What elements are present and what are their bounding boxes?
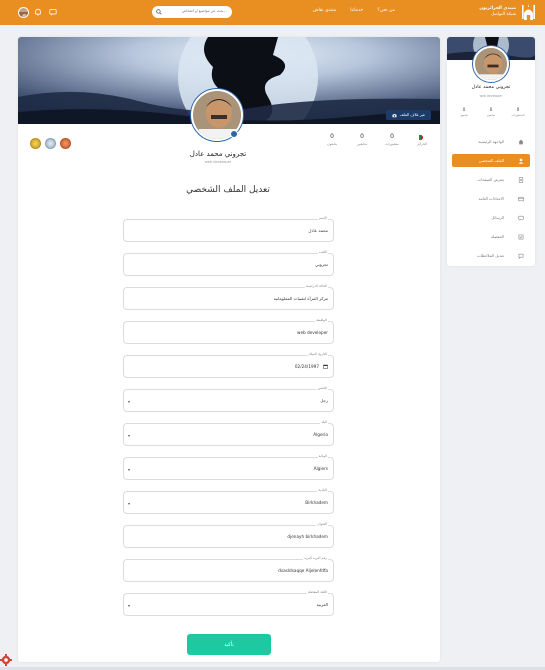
chevron-down-icon: ▾ — [128, 433, 131, 438]
favorites-icon — [518, 234, 524, 239]
profile-role: web developer — [204, 160, 232, 164]
sidebar-profile-card: تجروني محمد عادل web developer 0 المنشورا… — [447, 37, 535, 266]
messages-icon[interactable] — [49, 8, 57, 16]
birthdate-input[interactable] — [133, 364, 319, 369]
sidebar-item-pages[interactable]: معرض الصفحات — [452, 173, 530, 186]
site-logo[interactable]: منتدى الجزائريون شبكة التواصل — [467, 3, 537, 22]
state-select[interactable]: الولاية ▾ — [123, 454, 334, 480]
user-icon — [518, 158, 524, 164]
job-field[interactable]: الوظيفة — [123, 318, 334, 344]
language-select[interactable]: اللغة المفضلة ▾ — [123, 590, 334, 616]
chevron-down-icon: ▾ — [128, 603, 131, 608]
change-cover-button[interactable]: غير غلاف الملف — [385, 110, 431, 120]
address-input[interactable] — [133, 534, 328, 539]
profile-name: تجروني محمد عادل — [189, 150, 247, 158]
education-field[interactable]: الحالة الدراسية — [123, 284, 334, 310]
nav-services[interactable]: خدماتنا — [350, 8, 363, 13]
last-name-input[interactable] — [133, 262, 328, 267]
sidebar-menu: الواجهة الرئيسية الملف الشخصي معرض الصفح… — [452, 135, 530, 266]
home-icon — [518, 139, 524, 144]
mosque-logo-icon — [522, 4, 535, 20]
calendar-icon[interactable] — [323, 364, 328, 369]
brand-title: منتدى الجزائريون شبكة التواصل — [468, 6, 516, 18]
edit-profile-title: تعديل الملف الشخصي — [186, 185, 270, 195]
country-value[interactable] — [133, 432, 328, 437]
country-select[interactable]: البلد ▾ — [123, 420, 334, 446]
sidebar-stats: 0 المنشورات 0 متابعين 0 يتابعون — [455, 107, 527, 117]
profile-card: غير غلاف الملف تجروني محمد عادل web deve… — [18, 37, 440, 662]
bell-icon[interactable] — [34, 8, 42, 16]
silver-badge-icon[interactable] — [45, 138, 56, 149]
education-input[interactable] — [133, 296, 328, 301]
postal-code-field[interactable]: رقم البريد البريد — [123, 556, 334, 582]
stat-country: الجزائر — [414, 133, 430, 146]
sidebar-item-home[interactable]: الواجهة الرئيسية — [452, 135, 530, 148]
algeria-flag-icon — [419, 135, 425, 140]
stat-following[interactable]: 0 يتابعون — [324, 133, 340, 146]
sidebar-item-notes[interactable]: تعديل الملاحظات — [452, 249, 530, 262]
settings-gear-icon[interactable] — [0, 654, 12, 666]
messages-icon — [518, 215, 524, 221]
sidebar-stat-followers[interactable]: 0 متابعين — [482, 107, 500, 117]
sidebar-name: تجروني محمد عادل — [471, 85, 511, 90]
stat-posts[interactable]: 0 منشورات — [384, 133, 400, 146]
gender-value[interactable] — [133, 398, 328, 403]
pages-icon — [518, 176, 524, 183]
user-avatar[interactable] — [18, 7, 29, 18]
camera-icon — [392, 113, 397, 117]
stat-followers[interactable]: 0 متابعين — [354, 133, 370, 146]
change-cover-label: غير غلاف الملف — [399, 112, 425, 117]
settings-icon — [518, 196, 524, 201]
search-input[interactable] — [165, 9, 227, 13]
chevron-down-icon: ▾ — [128, 399, 131, 404]
nav-about[interactable]: من نحن؟ — [377, 8, 395, 13]
sidebar-item-messages[interactable]: الرسائل — [452, 211, 530, 224]
edit-avatar-icon[interactable] — [230, 130, 238, 138]
sidebar-item-favorites[interactable]: المفضلة — [452, 230, 530, 243]
profile-stats: الجزائر 0 منشورات 0 متابعين 0 يتابعون — [324, 133, 430, 146]
sidebar-stat-posts[interactable]: 0 المنشورات — [509, 107, 527, 117]
municipality-select[interactable]: البلدية ▾ — [123, 488, 334, 514]
first-name-field[interactable]: الإسم — [123, 216, 334, 242]
search-icon[interactable] — [156, 9, 162, 15]
chevron-down-icon: ▾ — [128, 501, 131, 506]
top-navbar: منتدى الجزائريون شبكة التواصل من نحن؟ خد… — [0, 0, 545, 25]
notes-icon — [518, 253, 524, 259]
sidebar-avatar[interactable] — [473, 46, 509, 82]
chevron-down-icon: ▾ — [128, 467, 131, 472]
gender-select[interactable]: الجنس ▾ — [123, 386, 334, 412]
nav-forum[interactable]: منتدى نقاش — [313, 8, 336, 13]
sidebar-stat-following[interactable]: 0 يتابعون — [455, 107, 473, 117]
sidebar-item-settings[interactable]: الاعدادات العامة — [452, 192, 530, 205]
postal-code-input[interactable] — [133, 568, 328, 573]
main-nav: من نحن؟ خدماتنا منتدى نقاش — [313, 8, 395, 13]
municipality-value[interactable] — [133, 500, 328, 505]
search-box[interactable] — [152, 6, 232, 18]
state-value[interactable] — [133, 466, 328, 471]
last-name-field[interactable]: اللقب — [123, 250, 334, 276]
bronze-badge-icon[interactable] — [60, 138, 71, 149]
confirm-button[interactable]: تأكيد — [187, 634, 271, 655]
gold-badge-icon[interactable] — [30, 138, 41, 149]
job-input[interactable] — [133, 330, 328, 335]
sidebar-item-profile[interactable]: الملف الشخصي — [452, 154, 530, 167]
first-name-input[interactable] — [133, 228, 328, 233]
language-value[interactable] — [133, 602, 328, 607]
achievement-badges — [30, 138, 71, 149]
brand-subtitle: شبكة التواصل — [490, 12, 516, 17]
address-field[interactable]: العنوان — [123, 522, 334, 548]
birthdate-field[interactable]: التاريخ الميلاد — [123, 352, 334, 378]
sidebar-role: web developer — [479, 94, 503, 98]
